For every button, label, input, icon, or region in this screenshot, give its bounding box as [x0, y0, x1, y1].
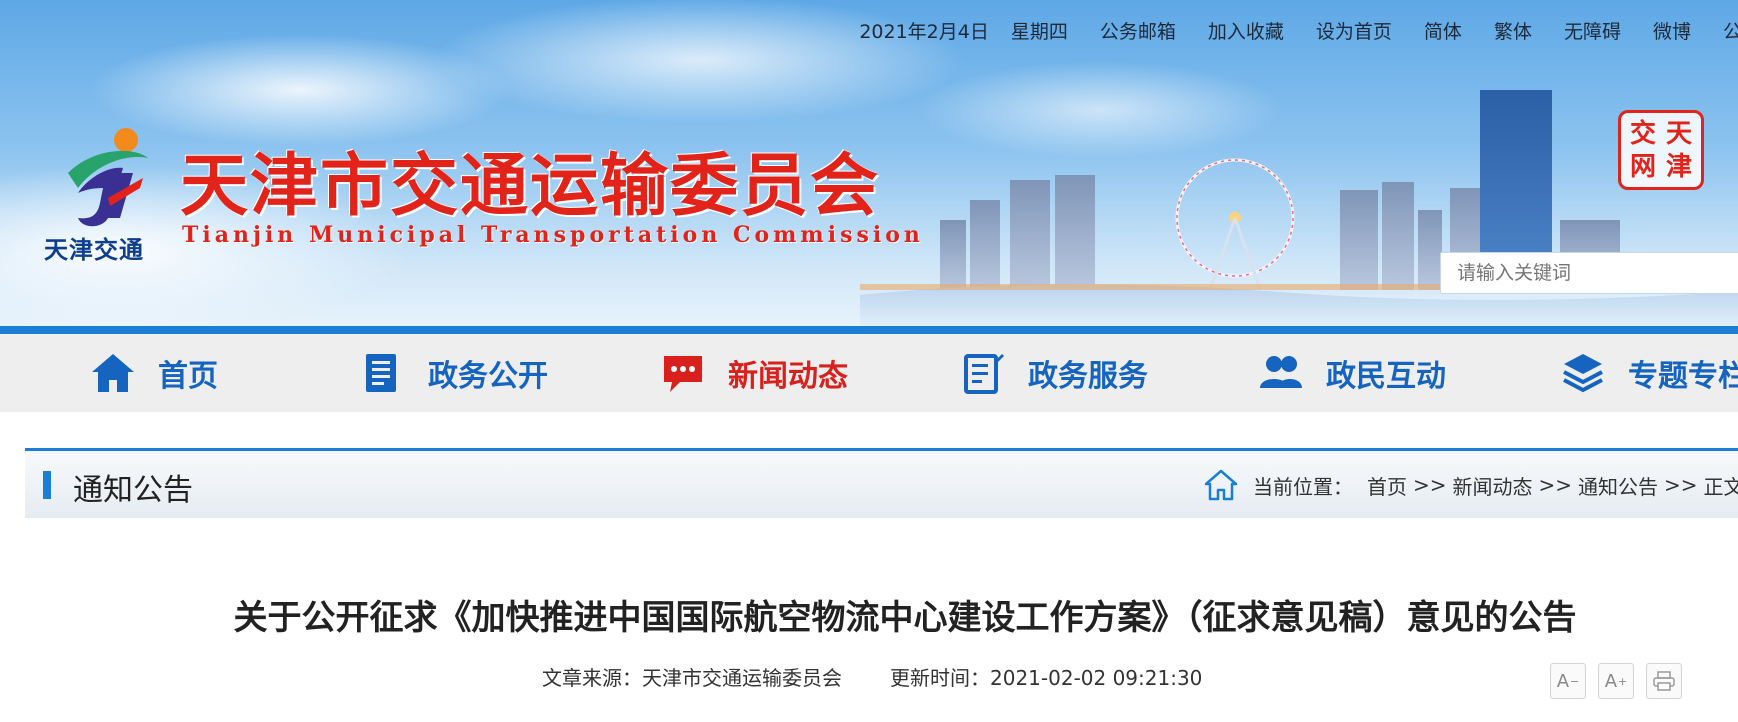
article-tools: A − A +: [1550, 663, 1682, 699]
search-input[interactable]: [1440, 252, 1738, 294]
nav-item-government-affairs[interactable]: 政务公开: [360, 334, 548, 412]
breadcrumb-prefix: 当前位置：: [1253, 474, 1353, 499]
breadcrumb: 当前位置： 首页 >> 新闻动态 >> 通知公告 >> 正文: [1203, 467, 1738, 503]
section-marker: [43, 471, 51, 499]
site-subtitle: Tianjin Municipal Transportation Commiss…: [182, 222, 924, 248]
main-nav: 首页 政务公开 新闻动态 政务服务 政民互动 专题专栏: [0, 334, 1738, 412]
logo-caption: 天津交通: [44, 236, 144, 264]
link-set-homepage[interactable]: 设为首页: [1316, 17, 1392, 44]
home-outline-icon: [1204, 469, 1238, 501]
nav-item-label: 专题专栏: [1628, 359, 1738, 394]
banner-divider: [0, 326, 1738, 334]
nav-item-home[interactable]: 首页: [90, 334, 218, 412]
link-traditional-chinese[interactable]: 繁体: [1494, 17, 1532, 44]
article-updated-time: 更新时间：2021-02-02 09:21:30: [890, 666, 1203, 690]
seal-stamp-logo: 交 天 网 津: [1618, 110, 1704, 190]
stamp-char: 津: [1665, 151, 1692, 182]
font-increase-label: A: [1604, 670, 1618, 692]
nav-item-label: 政民互动: [1326, 359, 1446, 394]
nav-item-label: 政务服务: [1028, 359, 1148, 394]
font-decrease-label: A: [1556, 670, 1570, 692]
home-icon: [92, 354, 134, 392]
link-add-favorite[interactable]: 加入收藏: [1208, 17, 1284, 44]
section-title: 通知公告: [73, 473, 193, 508]
section-header: 通知公告 当前位置： 首页 >> 新闻动态 >> 通知公告 >> 正文: [25, 448, 1738, 518]
current-weekday: 星期四: [1010, 20, 1068, 43]
top-utility-bar: 2021年2月4日 星期四 公务邮箱 加入收藏 设为首页 简体 繁体 无障碍 微…: [843, 16, 1738, 44]
plus-icon: +: [1618, 674, 1628, 688]
stamp-char: 天: [1665, 118, 1692, 149]
document-icon: [366, 354, 396, 392]
breadcrumb-news[interactable]: 新闻动态: [1453, 471, 1533, 500]
breadcrumb-home[interactable]: 首页: [1367, 471, 1407, 500]
current-date: 2021年2月4日: [859, 20, 989, 43]
link-accessibility[interactable]: 无障碍: [1564, 17, 1621, 44]
layers-icon: [1563, 354, 1603, 393]
nav-item-services[interactable]: 政务服务: [960, 334, 1148, 412]
nav-item-news[interactable]: 新闻动态: [660, 334, 848, 412]
nav-item-label: 政务公开: [428, 359, 548, 394]
minus-icon: −: [1570, 674, 1580, 688]
people-icon: [1260, 356, 1302, 388]
nav-item-label: 新闻动态: [728, 359, 848, 394]
breadcrumb-separator: >>: [1413, 473, 1447, 497]
printer-icon: [1653, 671, 1675, 691]
breadcrumb-separator: >>: [1664, 473, 1698, 497]
link-simplified-chinese[interactable]: 简体: [1424, 17, 1462, 44]
font-decrease-button[interactable]: A −: [1550, 663, 1586, 699]
link-official-email[interactable]: 公务邮箱: [1100, 17, 1176, 44]
print-button[interactable]: [1646, 663, 1682, 699]
article-title: 关于公开征求《加快推进中国国际航空物流中心建设工作方案》（征求意见稿）意见的公告: [233, 598, 1577, 638]
nav-item-special-topics[interactable]: 专题专栏: [1560, 334, 1738, 412]
chat-icon: [664, 356, 702, 392]
breadcrumb-separator: >>: [1538, 473, 1573, 497]
link-weibo[interactable]: 微博: [1653, 17, 1691, 44]
stamp-char: 网: [1629, 151, 1656, 182]
font-increase-button[interactable]: A +: [1598, 663, 1634, 699]
breadcrumb-notices[interactable]: 通知公告: [1578, 471, 1658, 500]
breadcrumb-current: 正文: [1703, 474, 1738, 499]
link-truncated[interactable]: 公: [1723, 17, 1738, 44]
article-meta: 文章来源：天津市交通运输委员会 更新时间：2021-02-02 09:21:30: [542, 662, 1202, 691]
header-banner: 天津交通 天津市交通运输委员会 Tianjin Municipal Transp…: [0, 0, 1738, 330]
nav-item-label: 首页: [158, 359, 218, 394]
stamp-char: 交: [1629, 118, 1656, 149]
nav-item-public-interaction[interactable]: 政民互动: [1258, 334, 1446, 412]
article-source: 文章来源：天津市交通运输委员会: [542, 666, 842, 690]
form-icon: [964, 354, 1004, 394]
site-title: 天津市交通运输委员会: [180, 146, 881, 226]
